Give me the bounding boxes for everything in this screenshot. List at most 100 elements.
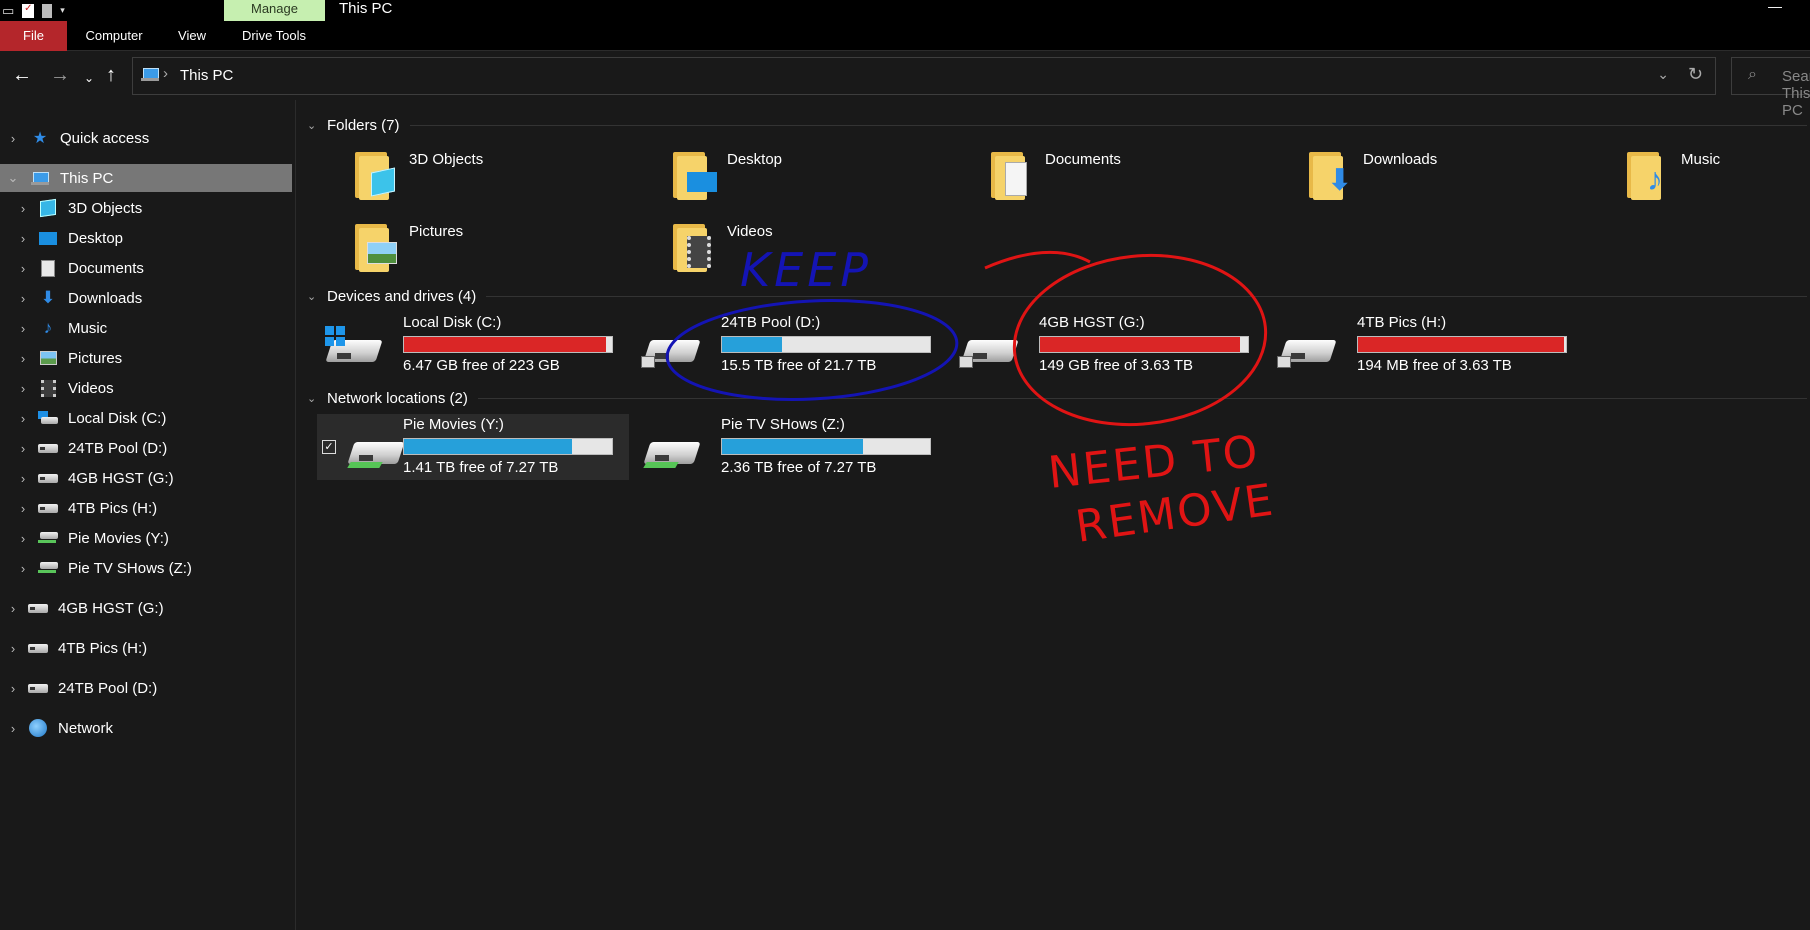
properties-icon[interactable]: ✓ — [22, 3, 35, 18]
collapse-chevron-icon[interactable]: ⌄ — [307, 290, 321, 303]
sidebar-item-videos[interactable]: › Videos — [0, 374, 292, 402]
expand-chevron-icon[interactable]: › — [16, 501, 30, 516]
up-arrow-icon[interactable]: ↑ — [106, 63, 116, 87]
expand-chevron-icon[interactable]: › — [16, 561, 30, 576]
drive-free-space: 1.41 TB free of 7.27 TB — [403, 459, 559, 476]
expand-chevron-icon[interactable]: › — [16, 381, 30, 396]
group-header-network-locations[interactable]: ⌄ Network locations (2) — [307, 387, 1807, 409]
customize-toolbar-icon[interactable]: ▾ — [60, 6, 65, 15]
expand-chevron-icon[interactable]: › — [16, 201, 30, 216]
drive-usage-bar — [403, 336, 613, 353]
folder-music[interactable]: ♪ Music — [1625, 148, 1810, 210]
address-dropdown-icon[interactable]: ⌄ — [1657, 66, 1669, 83]
drive-local-disk-c[interactable]: Local Disk (C:) 6.47 GB free of 223 GB — [317, 312, 617, 378]
network-drive-icon — [641, 428, 701, 470]
cube-folder-icon — [353, 148, 401, 200]
expand-chevron-icon[interactable]: › — [16, 231, 30, 246]
expand-chevron-icon[interactable]: › — [16, 471, 30, 486]
group-header-devices-and-drives[interactable]: ⌄ Devices and drives (4) — [307, 285, 1807, 307]
expand-chevron-icon[interactable]: › — [16, 351, 30, 366]
folder-downloads[interactable]: ⬇ Downloads — [1307, 148, 1607, 210]
new-folder-icon[interactable] — [42, 3, 53, 18]
collapse-chevron-icon[interactable]: ⌄ — [6, 170, 20, 186]
expand-chevron-icon[interactable]: › — [16, 411, 30, 426]
network-drive-icon — [38, 559, 58, 577]
drive-4gb-hgst-g[interactable]: 4GB HGST (G:) 149 GB free of 3.63 TB — [953, 312, 1253, 378]
tab-file[interactable]: File — [0, 21, 67, 51]
sidebar-item-24tb-pool-d-root[interactable]: › 24TB Pool (D:) — [0, 674, 292, 702]
sidebar-item-4gb-hgst-g-root[interactable]: › 4GB HGST (G:) — [0, 594, 292, 622]
sidebar-item-4gb-hgst-g[interactable]: › 4GB HGST (G:) — [0, 464, 292, 492]
network-drive-icon — [38, 529, 58, 547]
sidebar-item-pie-movies-y[interactable]: › Pie Movies (Y:) — [0, 524, 292, 552]
drive-24tb-pool-d[interactable]: 24TB Pool (D:) 15.5 TB free of 21.7 TB — [635, 312, 935, 378]
sidebar-item-4tb-pics-h-root[interactable]: › 4TB Pics (H:) — [0, 634, 292, 662]
expand-chevron-icon[interactable]: › — [6, 721, 20, 736]
forward-arrow-icon[interactable]: → — [50, 63, 70, 87]
drive-icon — [28, 639, 48, 657]
group-title: Network locations (2) — [327, 389, 468, 407]
folder-3d-objects[interactable]: 3D Objects — [353, 148, 653, 210]
sidebar-item-label: 3D Objects — [68, 199, 143, 217]
computer-icon — [141, 68, 159, 81]
network-drive-pie-movies-y[interactable]: ✓ Pie Movies (Y:) 1.41 TB free of 7.27 T… — [317, 414, 629, 480]
folder-pictures[interactable]: Pictures — [353, 220, 653, 282]
recent-locations-chevron-icon[interactable]: ⌄ — [84, 66, 94, 90]
sidebar-item-music[interactable]: › ♪ Music — [0, 314, 292, 342]
sidebar-item-4tb-pics-h[interactable]: › 4TB Pics (H:) — [0, 494, 292, 522]
drive-4tb-pics-h[interactable]: 4TB Pics (H:) 194 MB free of 3.63 TB — [1271, 312, 1571, 378]
minimize-button[interactable]: — — [1768, 0, 1782, 14]
tab-view[interactable]: View — [170, 21, 214, 51]
music-icon: ♪ — [43, 318, 53, 337]
expand-chevron-icon[interactable]: › — [6, 681, 20, 696]
sidebar-item-documents[interactable]: › Documents — [0, 254, 292, 282]
sidebar-item-label: 4GB HGST (G:) — [68, 469, 174, 487]
manage-context-tab[interactable]: Manage — [224, 0, 325, 21]
group-header-folders[interactable]: ⌄ Folders (7) — [307, 114, 1807, 136]
folder-videos[interactable]: Videos — [671, 220, 971, 282]
collapse-chevron-icon[interactable]: ⌄ — [307, 119, 321, 132]
cube-icon — [38, 198, 58, 218]
expand-chevron-icon[interactable]: › — [16, 531, 30, 546]
sidebar-item-downloads[interactable]: › ⬇ Downloads — [0, 284, 292, 312]
folder-desktop[interactable]: Desktop — [671, 148, 971, 210]
expand-chevron-icon[interactable]: › — [6, 131, 20, 146]
sidebar-item-24tb-pool-d[interactable]: › 24TB Pool (D:) — [0, 434, 292, 462]
expand-chevron-icon[interactable]: › — [6, 641, 20, 656]
search-input[interactable]: ⌕ Search This PC — [1731, 57, 1810, 119]
folder-documents[interactable]: Documents — [989, 148, 1289, 210]
navigation-bar: ← → ⌄ ↑ › This PC ⌄ ↻ ⌕ Search This PC — [0, 52, 1810, 119]
desktop-icon — [38, 229, 58, 247]
sidebar-item-this-pc[interactable]: ⌄ This PC — [0, 164, 292, 192]
expand-chevron-icon[interactable]: › — [6, 601, 20, 616]
download-icon: ⬇ — [40, 288, 56, 307]
drive-name: 4GB HGST (G:) — [1039, 314, 1145, 331]
expand-chevron-icon[interactable]: › — [16, 261, 30, 276]
sidebar-item-network[interactable]: › Network — [0, 714, 292, 742]
breadcrumb[interactable]: This PC — [180, 67, 233, 84]
sidebar-item-3d-objects[interactable]: › 3D Objects — [0, 194, 292, 222]
breadcrumb-separator-icon[interactable]: › — [163, 65, 168, 82]
sidebar-item-desktop[interactable]: › Desktop — [0, 224, 292, 252]
folder-label: Pictures — [409, 223, 464, 240]
sidebar-item-label: Music — [68, 319, 108, 337]
sidebar-item-label: 24TB Pool (D:) — [58, 679, 158, 697]
back-arrow-icon[interactable]: ← — [12, 63, 32, 87]
tab-drive-tools[interactable]: Drive Tools — [234, 21, 314, 51]
refresh-icon[interactable]: ↻ — [1688, 64, 1703, 85]
selection-checkbox[interactable]: ✓ — [322, 440, 336, 454]
sidebar-item-label: Pie TV SHows (Z:) — [68, 559, 192, 577]
address-bar[interactable]: › This PC ⌄ ↻ — [132, 57, 1716, 95]
system-drive-icon — [323, 326, 383, 368]
expand-chevron-icon[interactable]: › — [16, 291, 30, 306]
sidebar-item-quick-access[interactable]: › ★ Quick access — [0, 124, 292, 152]
sidebar-item-pie-tv-shows-z[interactable]: › Pie TV SHows (Z:) — [0, 554, 292, 582]
tab-computer[interactable]: Computer — [80, 21, 148, 51]
expand-chevron-icon[interactable]: › — [16, 441, 30, 456]
sidebar-item-pictures[interactable]: › Pictures — [0, 344, 292, 372]
network-drive-pie-tv-shows-z[interactable]: Pie TV SHows (Z:) 2.36 TB free of 7.27 T… — [635, 414, 935, 480]
sidebar-item-label: Videos — [68, 379, 114, 397]
collapse-chevron-icon[interactable]: ⌄ — [307, 392, 321, 405]
sidebar-item-local-disk-c[interactable]: › Local Disk (C:) — [0, 404, 292, 432]
expand-chevron-icon[interactable]: › — [16, 321, 30, 336]
